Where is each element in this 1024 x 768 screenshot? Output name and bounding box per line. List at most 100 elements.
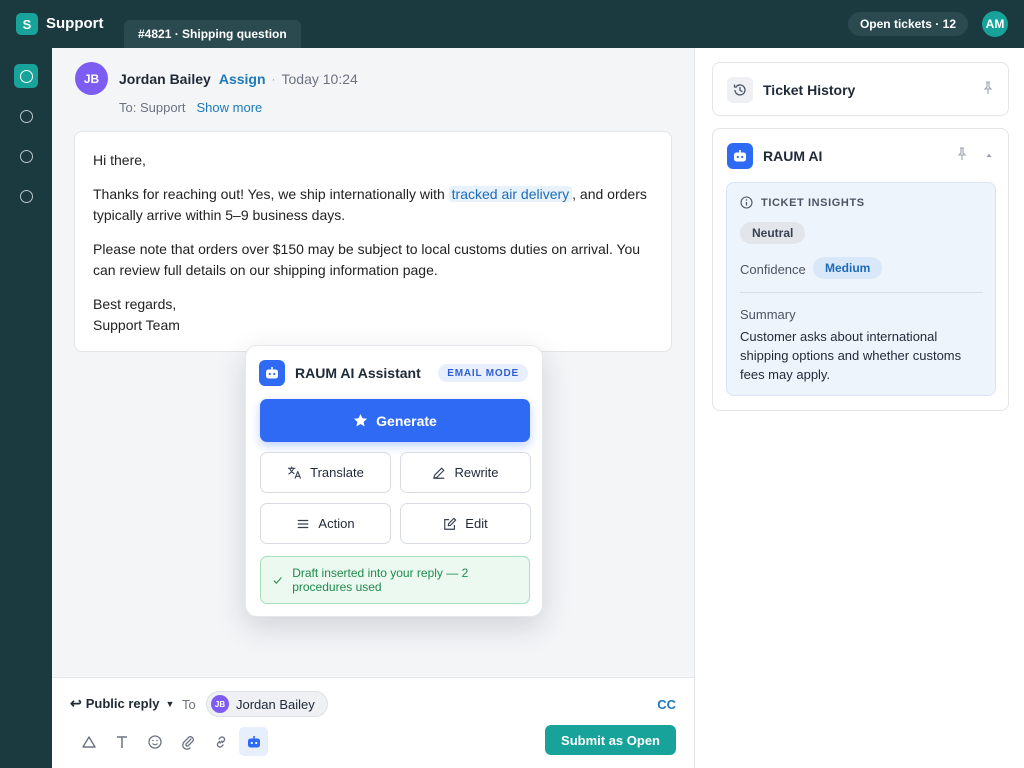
show-more-link[interactable]: Show more [197,100,263,115]
rail-item-reports[interactable] [14,184,38,208]
ticket-history-card[interactable]: Ticket History [712,62,1009,116]
raum-ai-icon-box [727,143,753,169]
ai-assistant-popup: RAUM AI Assistant EMAIL MODE Generate Tr… [245,345,543,617]
user-avatar[interactable]: AM [982,11,1008,37]
action-label: Action [318,516,355,531]
assign-link[interactable]: Assign [219,71,266,87]
edit-button[interactable]: Edit [400,503,531,544]
ai-bot-icon [734,150,746,162]
email-signoff: Best regards, [93,296,177,312]
reply-type-label: Public reply [85,696,160,711]
email-paragraph-1: Thanks for reaching out! Yes, we ship in… [93,186,647,223]
email-mode-badge: EMAIL MODE [438,364,528,382]
reports-circle-icon [19,189,33,203]
email-signature: Support Team [93,317,180,333]
emoji-icon [147,734,162,749]
to-label: To [182,697,196,712]
ai-assistant-tool[interactable] [239,727,268,756]
edit-icon [444,517,457,530]
confidence-label: Confidence [740,262,806,277]
check-icon [273,576,282,584]
recipient-name: Jordan Bailey [236,696,315,712]
ai-bot-icon [266,367,278,379]
pin-icon[interactable] [982,81,994,95]
top-bar: S Support #4821 · Shipping question Open… [0,0,1024,48]
summary-label: Summary [740,307,796,322]
sender-name[interactable]: Jordan Bailey [119,71,211,87]
ticket-tab[interactable]: #4821 · Shipping question [124,20,301,48]
email-greeting: Hi there, [93,152,146,168]
home-circle-icon [19,69,33,83]
translate-button[interactable]: Translate [260,452,391,493]
reply-type-dropdown[interactable]: ↩ Public reply ▼ [70,695,174,712]
rail-item-home[interactable] [14,64,38,88]
summary-text: Customer asks about international shippi… [740,329,962,382]
star-icon [354,413,368,427]
left-nav-rail [0,48,52,768]
text-format-icon [116,735,127,748]
composer-toolbar [74,727,268,756]
assistant-title: RAUM AI Assistant [295,365,421,381]
app-logo[interactable]: S [16,13,38,35]
menu-lines-icon [298,519,309,528]
inbox-circle-icon [19,109,33,123]
raum-ai-title: RAUM AI [763,148,823,164]
generate-button[interactable]: Generate [260,399,530,442]
recipient-avatar: JB [211,695,229,713]
recipient-chip[interactable]: JB Jordan Bailey [206,691,328,717]
edit-label: Edit [465,516,488,531]
pencil-icon [433,467,445,479]
reply-composer: ↩ Public reply ▼ To JB Jordan Bailey CC [52,677,694,768]
rail-item-contacts[interactable] [14,144,38,168]
generate-label: Generate [376,412,437,429]
sentiment-badge: Neutral [740,222,806,244]
link-icon [216,735,225,748]
email-paragraph-2: Please note that orders over $150 may be… [93,241,641,278]
insights-divider [740,292,983,293]
app-name: Support [46,15,104,32]
raum-ai-card: RAUM AI TICKET INSIGHTS Neutral Confiden… [712,128,1009,411]
info-icon [740,196,753,209]
sender-line: Jordan Bailey Assign · Today 10:24 [119,71,358,87]
translate-label: Translate [310,465,364,480]
link-tool[interactable] [206,727,235,756]
ticket-history-title: Ticket History [763,82,856,98]
open-tickets-badge[interactable]: Open tickets · 12 [847,12,968,36]
email-body: Hi there, Thanks for reaching out! Yes, … [74,131,672,352]
assistant-icon-box [259,360,285,386]
contacts-circle-icon [19,149,33,163]
draft-status-message: Draft inserted into your reply — 2 proce… [260,556,530,604]
chevron-down-icon: ▼ [165,698,175,709]
submit-button[interactable]: Submit as Open [545,725,676,755]
separator: · [271,72,276,86]
cc-link[interactable]: CC [657,697,676,712]
attachment-icon [181,735,194,750]
right-panel: Ticket History RAUM AI TICKET INSIGHTS N… [694,48,1024,768]
ai-bot-icon [247,735,260,747]
ticket-insights: TICKET INSIGHTS Neutral Confidence Mediu… [726,182,996,396]
highlighted-phrase[interactable]: tracked air delivery [448,186,573,202]
emoji-tool[interactable] [140,727,169,756]
message-time: Today 10:24 [281,71,358,87]
shape-icon [81,735,96,748]
confidence-badge: Medium [813,257,883,279]
insights-header: TICKET INSIGHTS [740,196,865,209]
draft-status-text: Draft inserted into your reply — 2 proce… [292,566,469,594]
to-text: To: Support [119,100,186,115]
rewrite-label: Rewrite [454,465,499,480]
attachment-tool[interactable] [173,727,202,756]
shape-tool[interactable] [74,727,103,756]
history-icon [733,84,746,96]
insights-title: TICKET INSIGHTS [761,196,865,209]
reply-arrow-icon: ↩ [70,695,82,711]
rail-item-inbox[interactable] [14,104,38,128]
translate-icon [287,466,302,479]
recipient-line: To: Support Show more [119,100,262,115]
pin-icon[interactable] [956,147,968,161]
action-button[interactable]: Action [260,503,391,544]
sender-avatar: JB [75,62,108,95]
rewrite-button[interactable]: Rewrite [400,452,531,493]
collapse-caret-icon[interactable] [986,152,992,158]
text-format-tool[interactable] [107,727,136,756]
history-icon-box [727,77,753,103]
